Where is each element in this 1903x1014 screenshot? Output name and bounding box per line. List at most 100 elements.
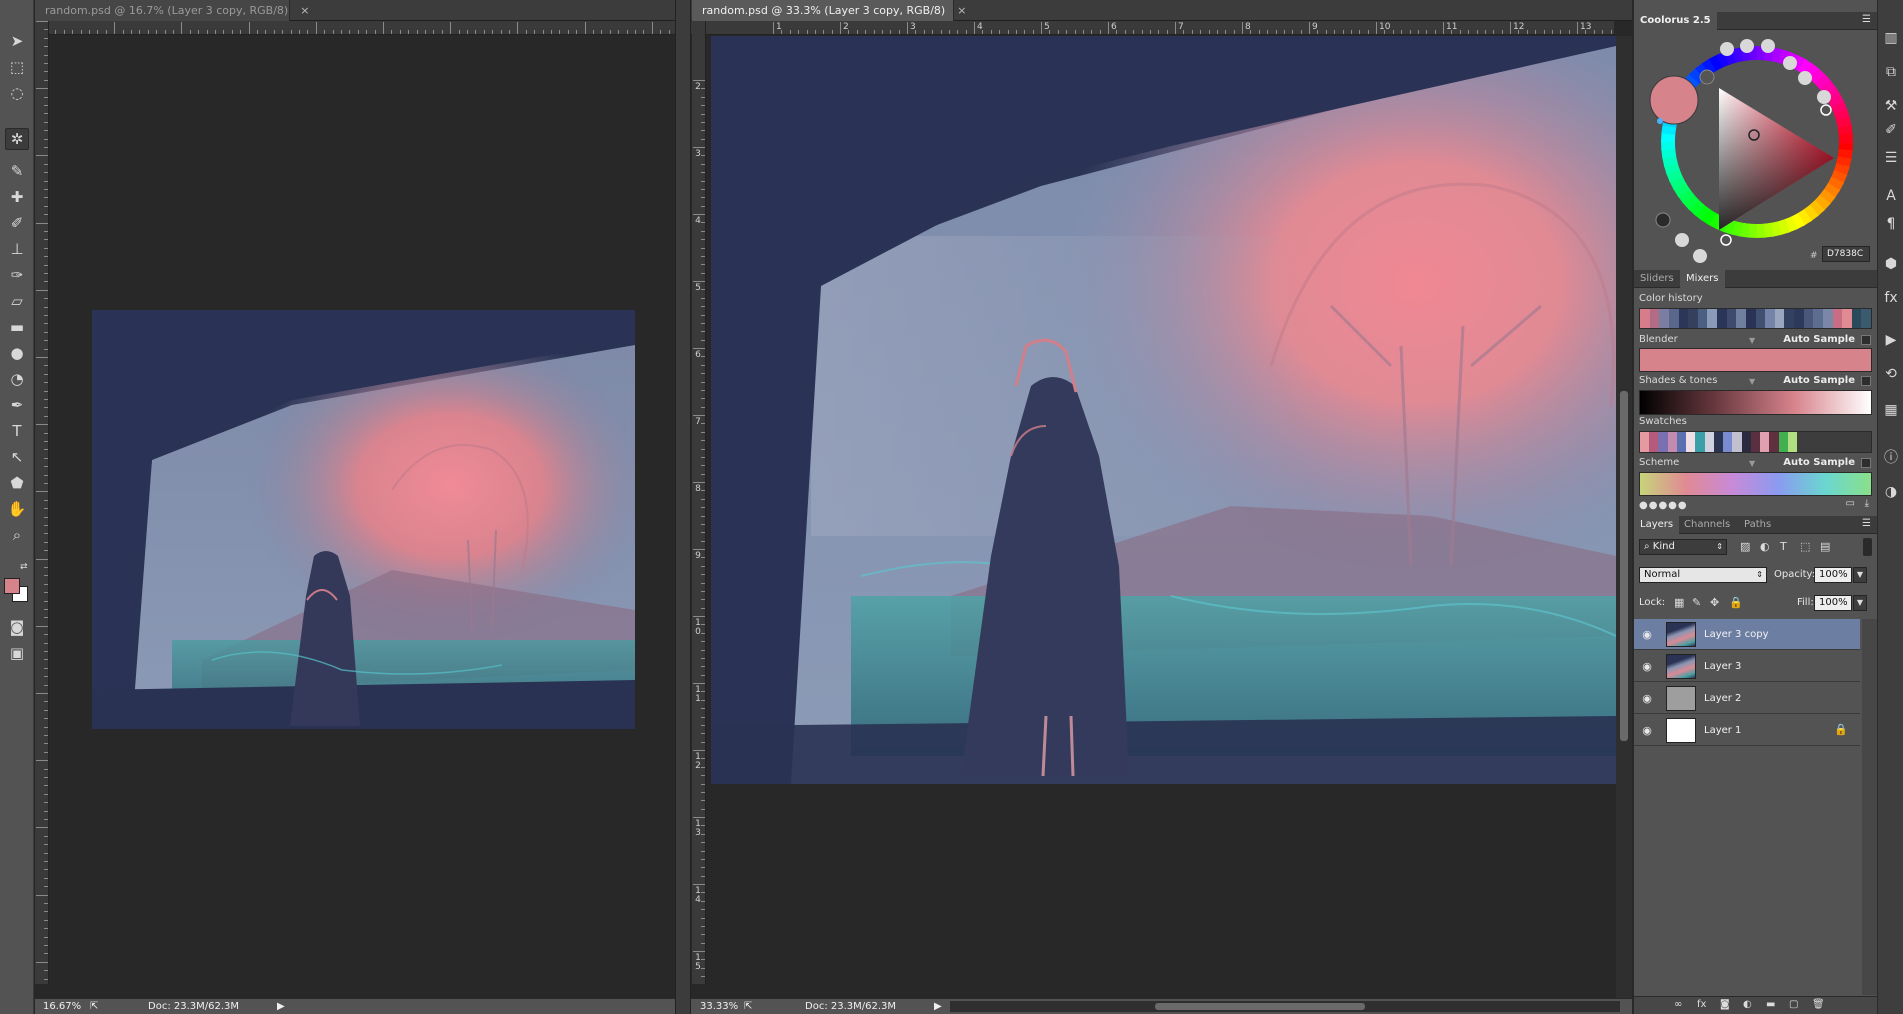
panel-menu-icon[interactable]: ☰ [1862,14,1871,25]
lasso-tool-icon[interactable]: ◌ [5,82,29,104]
color-swatch[interactable] [1745,309,1756,328]
marquee-tool-icon[interactable]: ⬚ [5,56,29,78]
path-selection-icon[interactable]: ↖ [5,446,29,468]
panel-menu-icon[interactable]: ☰ [1862,518,1871,529]
adjustments-icon[interactable]: ☰ [1881,148,1901,168]
scrollbar-thumb[interactable] [1620,391,1628,741]
filter-type-icon[interactable]: T [1780,541,1787,553]
adjustment-icon[interactable]: ◐ [1743,999,1752,1010]
color-swatch[interactable] [1704,432,1714,452]
color-swatch[interactable] [1688,309,1698,328]
shades-dropdown-icon[interactable]: ▼ [1749,377,1755,386]
opacity-dropdown[interactable]: ▼ [1853,567,1867,583]
filter-smartobject-icon[interactable]: ▤ [1820,541,1830,553]
foreground-color-swatch[interactable] [4,578,20,594]
eraser-tool-icon[interactable]: ▱ [5,290,29,312]
shades-gradient[interactable] [1639,390,1872,415]
shape-tool-icon[interactable]: ⬟ [5,472,29,494]
timeline-icon[interactable]: ⟲ [1881,364,1901,384]
fill-dropdown[interactable]: ▼ [1853,595,1867,611]
brush-tool-icon[interactable]: ✐ [5,212,29,234]
opacity-input[interactable]: 100% [1814,567,1852,583]
canvas-image[interactable] [711,36,1616,784]
hand-tool-icon[interactable]: ✋ [5,498,29,520]
horizontal-ruler[interactable]: 1 2 3 4 5 6 7 8 9 10 11 12 13 [704,21,1614,35]
brush-settings-icon[interactable]: ✐ [1881,120,1901,140]
color-swatch[interactable] [1803,309,1814,328]
quick-mask-icon[interactable]: ◙ [5,616,29,638]
tab-channels[interactable]: Channels [1678,516,1736,534]
color-swatch[interactable] [1750,432,1761,452]
layer-thumbnail[interactable] [1666,654,1696,679]
filter-adjustment-icon[interactable]: ◐ [1760,541,1770,553]
vertical-scrollbar[interactable] [1616,36,1632,998]
layer-thumbnail[interactable] [1666,622,1696,647]
color-swatch[interactable] [1640,309,1650,328]
color-swatch[interactable] [1695,432,1705,452]
save-icon[interactable]: ⤓ [1865,498,1869,509]
color-swatch[interactable] [1741,432,1751,452]
swatches-strip[interactable] [1639,431,1872,453]
color-swatch[interactable] [1852,432,1862,452]
lock-all-icon[interactable]: 🔒 [1729,597,1743,609]
blender-auto-sample-checkbox[interactable] [1861,335,1871,345]
vertical-ruler[interactable]: 234567891 01 11 21 31 41 5 [692,21,706,984]
layer-row[interactable]: ◉ Layer 2 [1634,683,1860,714]
link-layers-icon[interactable]: ∞ [1674,999,1682,1010]
color-swatch[interactable] [1842,309,1852,328]
layer-filter-dropdown[interactable]: ⌕ Kind ⇕ [1639,539,1727,555]
gradient-tool-icon[interactable]: ▬ [5,316,29,338]
tab-paths[interactable]: Paths [1738,516,1777,534]
blur-tool-icon[interactable]: ● [5,342,29,364]
visibility-eye-icon[interactable]: ◉ [1640,692,1654,706]
character-icon[interactable]: A [1881,186,1901,206]
color-swatch[interactable] [1658,432,1668,452]
blender-dropdown-icon[interactable]: ▼ [1749,336,1755,345]
color-swatch[interactable] [1649,309,1660,328]
tab-mixers[interactable]: Mixers [1680,270,1725,288]
dodge-tool-icon[interactable]: ◔ [5,368,29,390]
move-tool-icon[interactable]: ➤ [5,30,29,52]
eyedropper-tool-icon[interactable]: ✎ [5,160,29,182]
brush-presets-icon[interactable]: ▥ [1881,28,1901,48]
color-swatch[interactable] [1707,309,1717,328]
color-swatch[interactable] [1717,309,1727,328]
mask-icon[interactable]: ◙ [1720,999,1730,1010]
info-icon[interactable]: ⓘ [1881,448,1901,468]
color-swatch[interactable] [1784,309,1794,328]
hex-input[interactable]: D7838C [1822,246,1870,262]
tab-sliders[interactable]: Sliders [1634,270,1680,288]
layer-row[interactable]: ◉ Layer 3 copy [1634,619,1860,650]
color-swatch[interactable] [1659,309,1669,328]
new-layer-icon[interactable]: ▢ [1789,999,1798,1010]
layer-name[interactable]: Layer 3 copy [1704,629,1768,640]
lock-transparency-icon[interactable]: ▦ [1674,597,1684,609]
scheme-gradient[interactable] [1639,472,1872,496]
layer-name[interactable]: Layer 1 [1704,725,1741,736]
layer-name[interactable]: Layer 3 [1704,661,1741,672]
hue-ring-segment[interactable] [1838,133,1853,144]
doc-tab-16[interactable]: random.psd @ 16.7% (Layer 3 copy, RGB/8)… [35,0,309,21]
filter-toggle[interactable] [1863,538,1872,556]
color-wheel-graphic[interactable] [1634,30,1878,270]
shades-auto-sample-checkbox[interactable] [1861,376,1871,386]
color-swatch[interactable] [1760,432,1770,452]
color-swatch[interactable] [1833,432,1844,452]
navigator-icon[interactable]: ◑ [1881,482,1901,502]
folder-icon[interactable]: ▭ [1846,498,1855,509]
export-icon[interactable]: ⇱ [90,1001,98,1012]
color-swatch[interactable] [1649,432,1659,452]
color-swatch[interactable] [1668,309,1679,328]
color-swatch[interactable] [1861,432,1871,452]
visibility-eye-icon[interactable]: ◉ [1640,660,1654,674]
styles-icon[interactable]: fx [1881,288,1901,308]
fill-input[interactable]: 100% [1814,595,1852,611]
color-swatch[interactable] [1732,432,1742,452]
color-swatch[interactable] [1755,309,1766,328]
layers-scrollbar[interactable] [1862,619,1878,995]
group-icon[interactable]: ▬ [1766,999,1775,1010]
layer-thumbnail[interactable] [1666,686,1696,711]
color-swatch[interactable] [1806,432,1816,452]
screen-mode-icon[interactable]: ▣ [5,642,29,664]
fx-icon[interactable]: fx [1697,999,1706,1010]
